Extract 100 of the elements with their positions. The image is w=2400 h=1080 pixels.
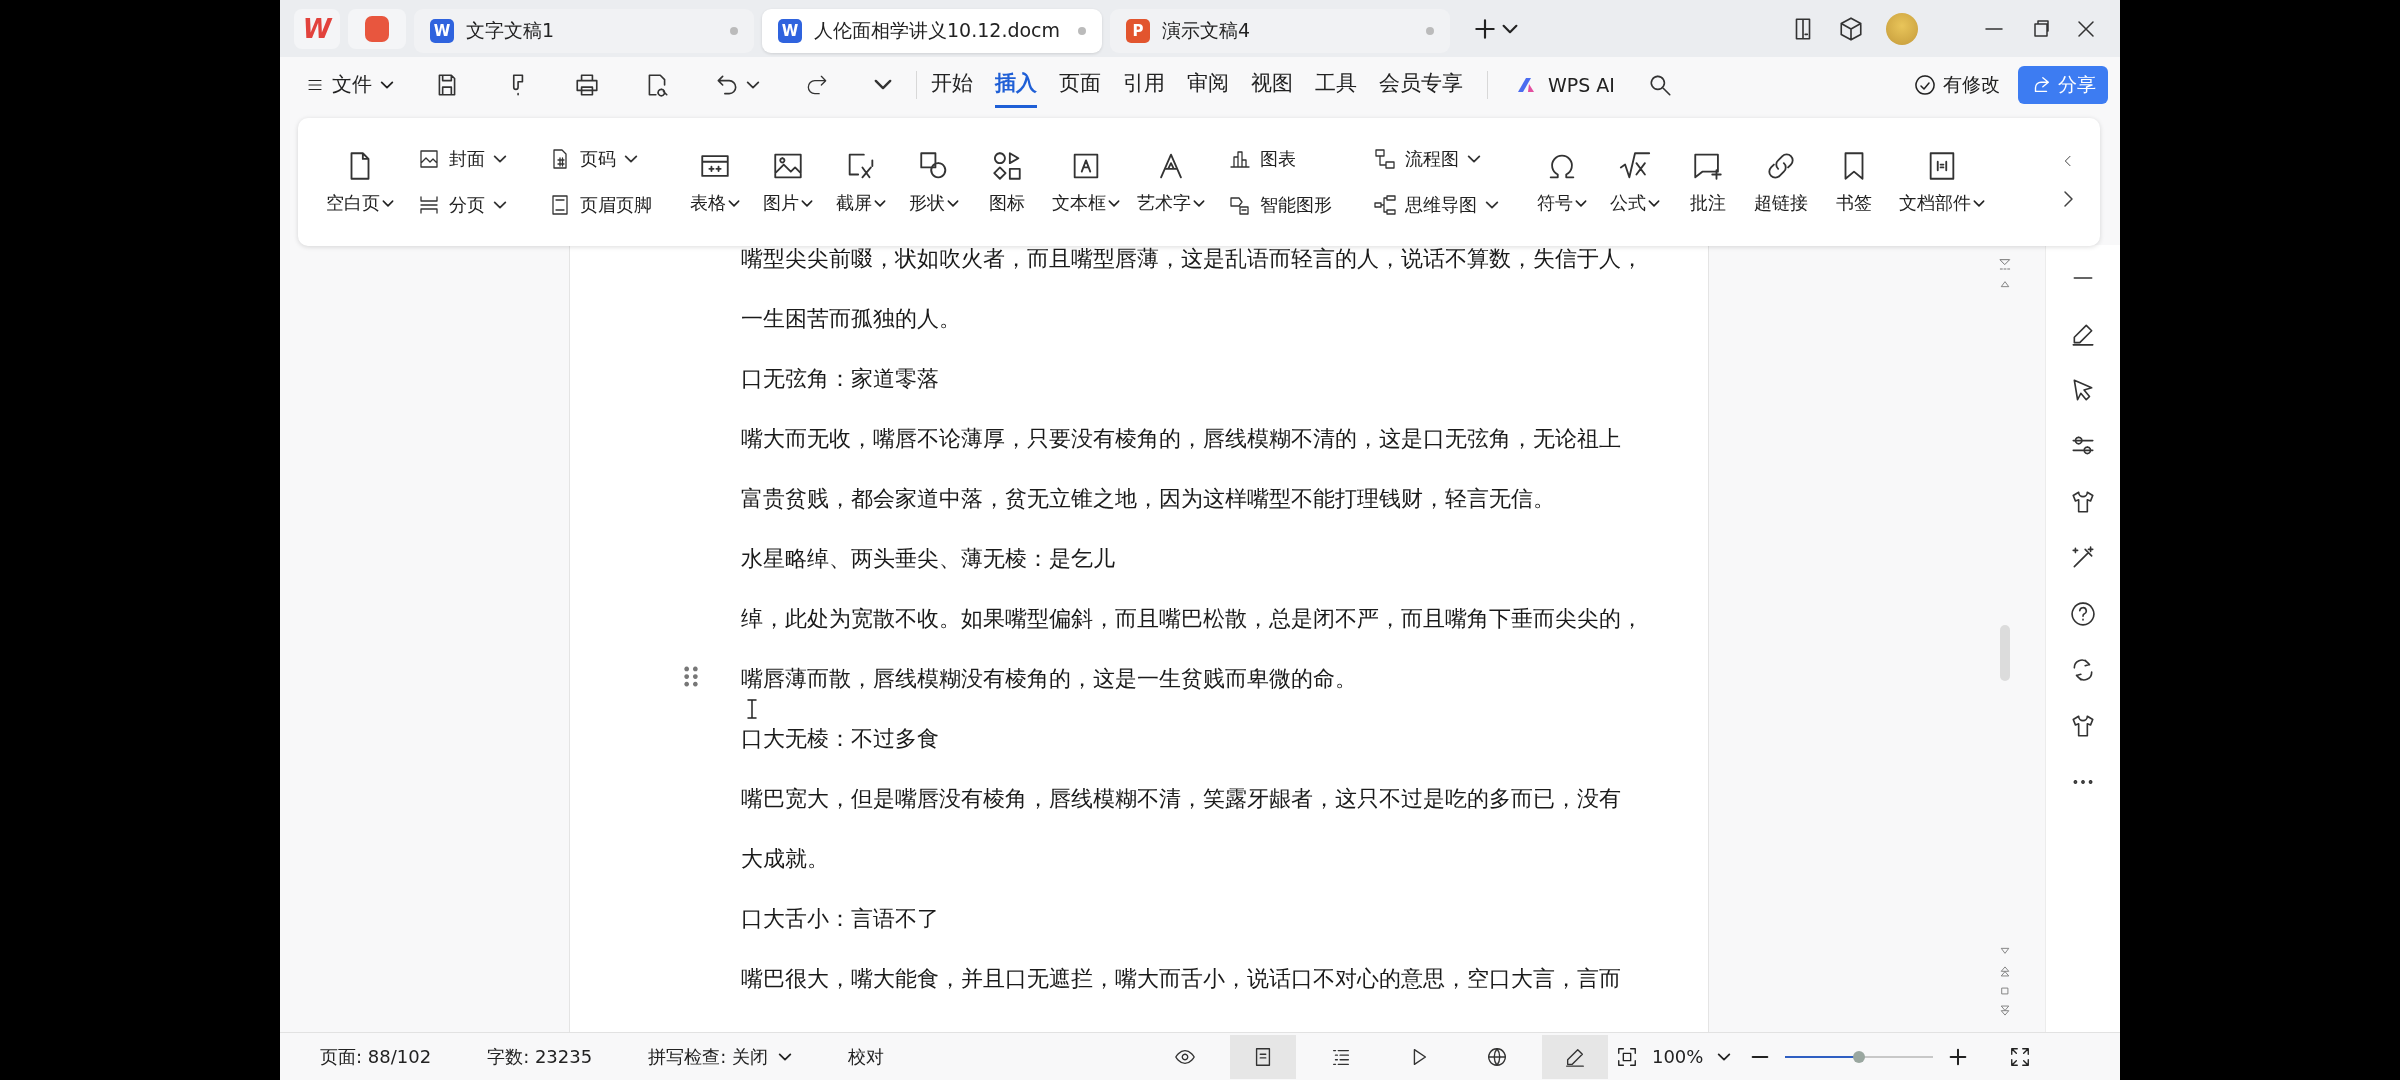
view-mode-button[interactable] xyxy=(1229,1034,1296,1079)
status-dot-icon xyxy=(1426,27,1434,35)
print-icon[interactable] xyxy=(574,71,600,98)
status-dot-icon xyxy=(730,27,738,35)
document-text: 嘴巴很大，嘴大能食，并且口无遮拦，嘴大而舌小，说话口不对心的意思，空口大言，言而 xyxy=(740,965,1621,993)
ribbon-button[interactable]: 文本框 xyxy=(1052,149,1120,215)
caret-icon xyxy=(874,199,886,207)
ribbon-button[interactable]: 超链接 xyxy=(1753,149,1809,215)
icons-icon xyxy=(990,149,1024,183)
ribbon-tab[interactable]: 视图 xyxy=(1251,61,1293,108)
caret-icon xyxy=(947,199,959,207)
ribbon-tab[interactable]: 页面 xyxy=(1059,61,1101,108)
file-type-icon: W xyxy=(778,19,802,43)
caret-icon xyxy=(1648,199,1660,207)
app-icon-button[interactable] xyxy=(348,8,406,49)
document-text: 一生困苦而孤独的人。 xyxy=(740,305,961,333)
ribbon-button[interactable]: 符号 xyxy=(1534,149,1590,215)
caret-icon xyxy=(1973,199,1985,207)
ribbon-button[interactable]: 页码 xyxy=(548,147,652,171)
status-dot-icon xyxy=(1078,27,1086,35)
document-text: 嘴唇薄而散，唇线模糊没有棱角的，这是一生贫贱而卑微的命。 xyxy=(740,665,1357,693)
document-text: 口大舌小：言语不了 xyxy=(740,905,939,933)
caret-icon xyxy=(1193,199,1205,207)
caret-icon xyxy=(1717,1052,1732,1061)
document-text: 口无弦角：家道零落 xyxy=(740,365,939,393)
document-text: 嘴巴宽大，但是嘴唇没有棱角，唇线模糊不清，笑露牙龈者，这只不过是吃的多而已，没有 xyxy=(740,785,1621,813)
ribbon-button[interactable]: 分页 xyxy=(417,193,507,217)
caret-icon xyxy=(1467,155,1481,163)
document-tab[interactable]: P 演示文稿4 xyxy=(1110,9,1450,53)
scroll-thumb[interactable] xyxy=(2000,625,2011,681)
zoom-level-button[interactable]: 100% xyxy=(1651,1046,1732,1067)
ribbon-button[interactable]: 图表 xyxy=(1228,147,1332,171)
fit-page-icon[interactable] xyxy=(1615,1045,1638,1068)
fullscreen-icon[interactable] xyxy=(2009,1045,2032,1068)
ribbon-button[interactable]: 艺术字 xyxy=(1137,149,1205,215)
ribbon-button[interactable]: 截屏 xyxy=(833,149,889,215)
document-text: 口大无棱：不过多食 xyxy=(740,725,939,753)
document-tab[interactable]: W 人伦面相学讲义10.12.docm xyxy=(762,9,1102,53)
caret-icon xyxy=(801,199,813,207)
spell-check-button[interactable]: 拼写检查: 关闭 xyxy=(648,1044,792,1069)
document-text: 绰，此处为宽散不收。如果嘴型偏斜，而且嘴巴松散，总是闭不严，而且嘴角下垂而尖尖的， xyxy=(740,605,1643,633)
caret-icon xyxy=(746,80,760,89)
ai-button[interactable]: WPS AI xyxy=(1516,73,1615,96)
page-indicator: 页面: 88/102 xyxy=(320,1044,432,1069)
caret-icon xyxy=(493,201,507,209)
caret-icon xyxy=(874,79,892,90)
word-count: 字数: 23235 xyxy=(487,1044,593,1069)
cloud-check-icon xyxy=(1913,72,1937,97)
ribbon-button[interactable]: 表格 xyxy=(687,149,743,215)
ribbon-tab[interactable]: 审阅 xyxy=(1187,61,1229,108)
ribbon-button[interactable]: 公式 xyxy=(1607,149,1663,215)
sync-status-button[interactable]: 有修改 xyxy=(1913,71,2000,98)
ribbon-button[interactable]: 智能图形 xyxy=(1228,193,1332,217)
caret-icon xyxy=(777,1052,792,1061)
share-button[interactable]: 分享 xyxy=(2018,65,2108,104)
caret-icon xyxy=(1485,201,1499,209)
shirt-icon[interactable] xyxy=(2070,713,2096,739)
document-text: 大成就。 xyxy=(740,845,829,873)
ribbon-tab[interactable]: 开始 xyxy=(931,61,973,108)
caret-icon xyxy=(493,155,507,163)
file-type-icon: W xyxy=(430,19,454,43)
ribbon-button[interactable]: 书签 xyxy=(1826,149,1882,215)
ribbon-button[interactable]: 形状 xyxy=(906,149,962,215)
caret-icon xyxy=(382,199,394,207)
caret-icon xyxy=(1108,199,1120,207)
globe-icon xyxy=(1485,1045,1508,1068)
ribbon-button[interactable]: 空白页 xyxy=(326,149,394,215)
document-text: 嘴大而无收，嘴唇不论薄厚，只要没有棱角的，唇线模糊不清的，这是口无弦角，无论祖上 xyxy=(740,425,1621,453)
proofread-button[interactable]: 校对 xyxy=(847,1044,884,1069)
ribbon-button[interactable]: 流程图 xyxy=(1373,147,1499,171)
ribbon-tab[interactable]: 会员专享 xyxy=(1379,61,1463,108)
mind-map-icon xyxy=(1373,193,1397,217)
shirt-icon[interactable] xyxy=(2070,489,2096,515)
ribbon-button[interactable]: 文档部件 xyxy=(1899,149,1985,215)
ribbon-button[interactable]: 图标 xyxy=(979,149,1035,215)
document-text: 嘴型尖尖前啜，状如吹火者，而且嘴型唇薄，这是乱语而轻言的人，说话不算数，失信于人， xyxy=(740,245,1643,273)
ribbon-tab[interactable]: 引用 xyxy=(1123,61,1165,108)
document-tab[interactable]: W 文字文稿1 xyxy=(414,9,754,53)
cube-icon[interactable] xyxy=(1838,15,1864,42)
ribbon-tab[interactable]: 插入 xyxy=(995,61,1037,108)
file-menu[interactable]: 文件 xyxy=(306,71,394,98)
pen-mode-button[interactable] xyxy=(1541,1034,1608,1079)
slider-thumb[interactable] xyxy=(1853,1050,1866,1063)
ribbon-button[interactable]: 批注 xyxy=(1680,149,1736,215)
ribbon-button[interactable]: 思维导图 xyxy=(1373,193,1499,217)
document-text: 富贵贫贱，都会家道中落，贫无立锥之地，因为这样嘴型不能打理钱财，轻言无信。 xyxy=(740,485,1555,513)
ribbon-tab[interactable]: 工具 xyxy=(1315,61,1357,108)
caret-icon xyxy=(624,155,638,163)
caret-icon xyxy=(1575,199,1587,207)
app-logo[interactable]: W xyxy=(294,8,340,49)
caret-icon xyxy=(728,199,740,207)
ribbon-button[interactable]: 封面 xyxy=(417,147,507,171)
flowchart-icon xyxy=(1373,147,1397,171)
ribbon-button[interactable]: 图片 xyxy=(760,149,816,215)
caret-icon xyxy=(1502,23,1518,34)
help-icon[interactable] xyxy=(2070,601,2096,627)
image-frame-icon xyxy=(417,147,441,171)
document-text: 水星略绰、两头垂尖、薄无棱：是乞儿 xyxy=(740,545,1115,573)
ribbon-button[interactable]: 页眉页脚 xyxy=(548,193,652,217)
file-type-icon: P xyxy=(1126,19,1150,43)
